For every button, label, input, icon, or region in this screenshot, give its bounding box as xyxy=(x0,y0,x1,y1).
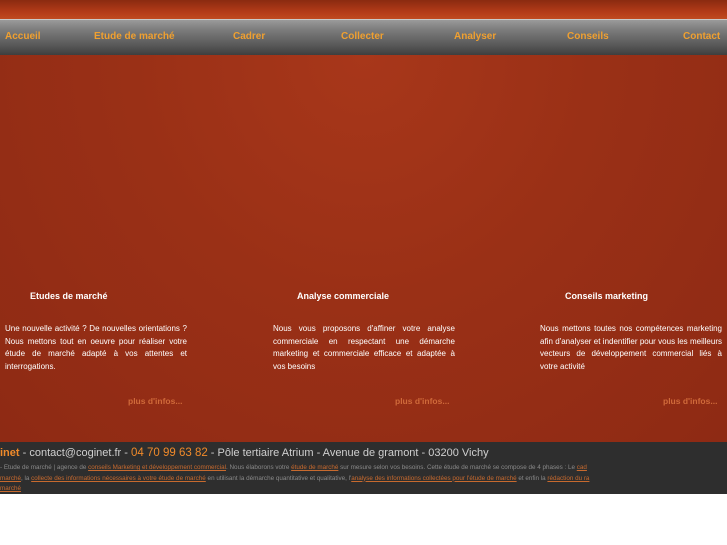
column-title-conseils: Conseils marketing xyxy=(565,291,649,301)
nav-item-collecter[interactable]: Collecter xyxy=(341,31,384,42)
footer-text: en utilisant la démarche quantitative et… xyxy=(205,474,352,482)
footer-link-marche-2[interactable]: marché xyxy=(0,485,21,492)
footer-brand: inet xyxy=(0,447,20,459)
more-info-link-etudes[interactable]: plus d'infos... xyxy=(128,396,182,406)
footer-link-conseils-marketing[interactable]: conseils Marketing et développement comm… xyxy=(88,464,226,471)
footer-seo-text: - Etude de marché | agence de conseils M… xyxy=(0,463,727,494)
footer-text: sur mesure selon vos besoins. Cette étud… xyxy=(338,464,577,471)
footer-link-redaction[interactable]: rédaction du ra xyxy=(547,475,589,482)
column-title-analyse: Analyse commerciale xyxy=(297,291,390,301)
column-text-etudes: Une nouvelle activité ? De nouvelles ori… xyxy=(5,324,187,371)
footer-text-line-2: marché, la collecte des informations néc… xyxy=(0,474,727,485)
footer-text: - Etude de marché | agence de xyxy=(0,464,89,471)
nav-item-contact[interactable]: Contact xyxy=(683,31,720,42)
more-info-link-analyse[interactable]: plus d'infos... xyxy=(395,396,449,406)
main-content: Etudes de marché Une nouvelle activité ?… xyxy=(0,55,727,442)
footer-text-line-3: marché xyxy=(0,484,727,494)
column-text-conseils: Nous mettons toutes nos compétences mark… xyxy=(540,324,722,371)
footer: inet - contact@coginet.fr - 04 70 99 63 … xyxy=(0,442,727,494)
main-nav: Accueil Etude de marché Cadrer Collecter… xyxy=(0,19,727,55)
footer-contact-line: inet - contact@coginet.fr - 04 70 99 63 … xyxy=(0,447,489,459)
footer-address: - Pôle tertiaire Atrium - Avenue de gram… xyxy=(207,447,489,459)
column-title-etudes: Etudes de marché xyxy=(30,291,108,301)
nav-item-analyser[interactable]: Analyser xyxy=(454,31,496,42)
more-info-link-conseils[interactable]: plus d'infos... xyxy=(663,396,717,406)
footer-link-analyse[interactable]: analyse des informations collectées pour… xyxy=(351,475,516,482)
nav-item-cadrer[interactable]: Cadrer xyxy=(233,31,265,42)
nav-item-accueil[interactable]: Accueil xyxy=(5,31,41,42)
footer-link-marche[interactable]: marché xyxy=(0,475,21,482)
nav-item-conseils[interactable]: Conseils xyxy=(567,31,609,42)
footer-text: , la xyxy=(21,474,32,482)
footer-email: - contact@coginet.fr - xyxy=(19,447,131,459)
footer-phone: 04 70 99 63 82 xyxy=(131,447,208,459)
footer-text-line-1: - Etude de marché | agence de conseils M… xyxy=(0,463,727,474)
column-text-analyse: Nous vous proposons d'affiner votre anal… xyxy=(273,324,455,371)
footer-link-etude-de-marche[interactable]: étude de marché xyxy=(291,464,338,471)
footer-link-cadrage[interactable]: cad xyxy=(577,464,587,471)
footer-text: . Nous élaborons votre xyxy=(226,464,292,471)
footer-link-collecte[interactable]: collecte des informations nécessaires à … xyxy=(31,475,206,482)
footer-text: et enfin la xyxy=(516,474,548,482)
header-band xyxy=(0,0,727,19)
nav-item-etude-de-marche[interactable]: Etude de marché xyxy=(94,31,175,42)
